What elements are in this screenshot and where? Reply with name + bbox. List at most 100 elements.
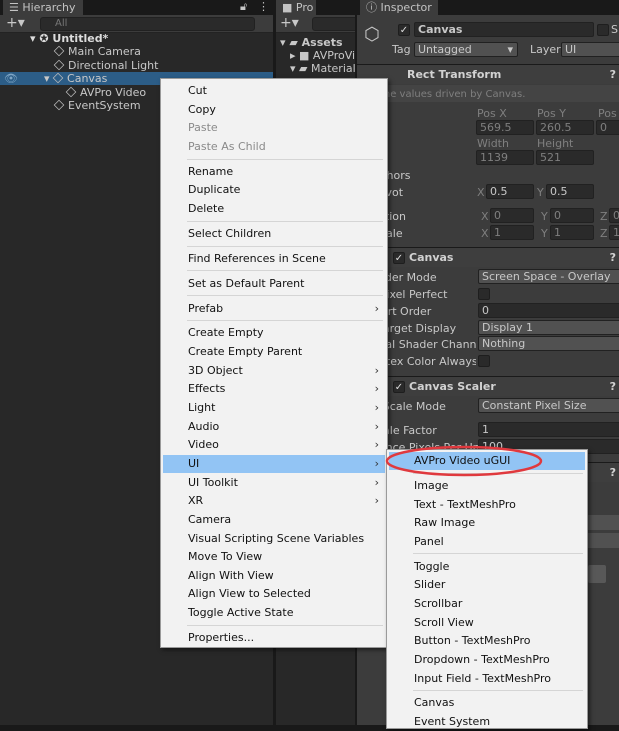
rot-z-field[interactable]: 0 xyxy=(609,208,619,223)
menu-item[interactable]: Slider xyxy=(389,576,585,594)
menu-item[interactable]: XR › xyxy=(163,492,385,510)
menu-item[interactable]: Visual Scripting Scene Variables xyxy=(163,530,385,548)
canvas-component-header[interactable]: ✓ Canvas? xyxy=(357,247,619,267)
menu-item[interactable]: Input Field - TextMeshPro xyxy=(389,670,585,688)
menu-item[interactable]: Paste xyxy=(163,119,385,137)
menu-item[interactable]: Text - TextMeshPro xyxy=(389,496,585,514)
pixel-perfect-checkbox[interactable] xyxy=(478,288,490,300)
hierarchy-item[interactable]: ▾ Canvas xyxy=(44,72,107,85)
hierarchy-search-input[interactable]: All xyxy=(40,17,255,31)
pos-z-field[interactable]: 0 xyxy=(596,120,619,135)
sort-order-field[interactable]: 0 xyxy=(478,303,619,318)
lock-icon[interactable]: 🔓︎ xyxy=(240,0,247,14)
width-field[interactable]: 1139 xyxy=(476,150,534,165)
menu-item[interactable]: Audio › xyxy=(163,418,385,436)
menu-item[interactable]: UI Toolkit › xyxy=(163,474,385,492)
chevron-right-icon: › xyxy=(374,400,379,414)
hierarchy-item[interactable]: AVPro Video xyxy=(65,86,146,99)
render-mode-dropdown[interactable]: Screen Space - Overlay xyxy=(478,269,619,284)
add-button[interactable]: +▾ xyxy=(280,15,299,31)
menu-item[interactable]: Panel xyxy=(389,533,585,551)
menu-item[interactable]: Video › xyxy=(163,436,385,454)
scale-y-field[interactable]: 1 xyxy=(550,225,594,240)
folder-assets[interactable]: ▾ ▰ Assets xyxy=(280,36,343,49)
menu-item[interactable]: 3D Object › xyxy=(163,362,385,380)
menu-item[interactable]: Raw Image xyxy=(389,514,585,532)
scaler-enabled-checkbox[interactable]: ✓ xyxy=(393,381,405,393)
menu-item[interactable]: Canvas xyxy=(389,694,585,712)
help-icon[interactable]: ? xyxy=(610,377,616,397)
pos-x-field[interactable]: 569.5 xyxy=(476,120,534,135)
menu-item[interactable]: Toggle Active State xyxy=(163,604,385,622)
vertex-color-checkbox[interactable] xyxy=(478,355,490,367)
menu-item[interactable]: Set as Default Parent xyxy=(163,275,385,293)
menu-item[interactable]: Select Children xyxy=(163,225,385,243)
menu-item[interactable]: Effects › xyxy=(163,380,385,398)
height-field[interactable]: 521 xyxy=(536,150,594,165)
tab-hierarchy[interactable]: ☰ Hierarchy xyxy=(3,0,83,15)
hierarchy-item[interactable]: EventSystem xyxy=(53,99,141,112)
menu-item[interactable]: Toggle xyxy=(389,558,585,576)
folder-avpro[interactable]: ▸ ■ AVProVid xyxy=(290,49,355,62)
menu-item[interactable]: Button - TextMeshPro xyxy=(389,632,585,650)
rect-transform-header[interactable]: Rect Transform? xyxy=(357,64,619,84)
canvas-scaler-header[interactable]: ✓ Canvas Scaler? xyxy=(357,376,619,396)
help-icon[interactable]: ? xyxy=(610,248,616,268)
pivot-x-field[interactable]: 0.5 xyxy=(486,184,534,199)
canvas-enabled-checkbox[interactable]: ✓ xyxy=(393,252,405,264)
tag-label: Tag xyxy=(392,43,411,56)
menu-item[interactable]: Light › xyxy=(163,399,385,417)
folder-material[interactable]: ▾ ▰ Material xyxy=(290,62,355,75)
menu-item[interactable]: Properties... xyxy=(163,629,385,647)
layer-dropdown[interactable]: UI xyxy=(561,42,619,57)
menu-item[interactable]: Create Empty Parent xyxy=(163,343,385,361)
menu-item[interactable]: Scroll View xyxy=(389,614,585,632)
menu-item[interactable]: Delete xyxy=(163,200,385,218)
hierarchy-item[interactable]: Main Camera xyxy=(53,45,141,58)
menu-item[interactable]: Camera xyxy=(163,511,385,529)
scene-row[interactable]: ▾ ✪ Untitled* xyxy=(30,32,108,45)
hierarchy-item[interactable]: Directional Light xyxy=(53,59,158,72)
rot-x-field[interactable]: 0 xyxy=(490,208,534,223)
tab-project[interactable]: ■ Pro xyxy=(276,0,316,15)
menu-item[interactable]: Create Empty xyxy=(163,324,385,342)
help-icon[interactable]: ? xyxy=(610,65,616,85)
target-display-dropdown[interactable]: Display 1 xyxy=(478,320,619,335)
pivot-y-field[interactable]: 0.5 xyxy=(546,184,594,199)
menu-item[interactable]: Copy xyxy=(163,101,385,119)
scale-z-field[interactable]: 1 xyxy=(609,225,619,240)
menu-item[interactable]: Find References in Scene xyxy=(163,250,385,268)
menu-item[interactable]: Dropdown - TextMeshPro xyxy=(389,651,585,669)
menu-item[interactable]: Cut xyxy=(163,82,385,100)
scale-x-field[interactable]: 1 xyxy=(490,225,534,240)
menu-item[interactable]: Rename xyxy=(163,163,385,181)
menu-item[interactable]: Event System xyxy=(389,713,585,731)
more-icon[interactable]: ⋮ xyxy=(258,0,269,13)
scale-mode-dropdown[interactable]: Constant Pixel Size xyxy=(478,398,619,413)
tab-inspector[interactable]: ⓘ Inspector xyxy=(360,0,438,15)
help-icon[interactable]: ? xyxy=(610,463,616,483)
menu-item[interactable]: Paste As Child xyxy=(163,138,385,156)
scale-factor-field[interactable]: 1 xyxy=(478,422,619,437)
pos-y-field[interactable]: 260.5 xyxy=(536,120,594,135)
chevron-right-icon: › xyxy=(374,382,379,396)
menu-item[interactable]: Duplicate xyxy=(163,181,385,199)
visibility-icon[interactable]: 👁︎ xyxy=(4,72,18,85)
menu-item[interactable]: Image xyxy=(389,477,585,495)
static-checkbox[interactable] xyxy=(597,24,609,36)
tag-dropdown[interactable]: Untagged ▾ xyxy=(414,42,518,57)
expand-arrow-icon[interactable]: ▾ xyxy=(44,72,53,85)
menu-item[interactable]: Align With View xyxy=(163,567,385,585)
object-name-input[interactable]: Canvas xyxy=(414,22,594,37)
project-search-input[interactable] xyxy=(312,17,355,31)
add-button[interactable]: +▾ xyxy=(6,15,25,31)
active-checkbox[interactable]: ✓ xyxy=(398,24,410,36)
menu-item[interactable]: Align View to Selected xyxy=(163,585,385,603)
shader-channels-dropdown[interactable]: Nothing xyxy=(478,336,619,351)
chevron-right-icon: › xyxy=(374,363,379,377)
menu-item[interactable]: Move To View xyxy=(163,548,385,566)
rot-y-field[interactable]: 0 xyxy=(550,208,594,223)
menu-item[interactable]: Prefab › xyxy=(163,300,385,318)
menu-item[interactable]: UI › xyxy=(163,454,385,473)
menu-item[interactable]: Scrollbar xyxy=(389,595,585,613)
